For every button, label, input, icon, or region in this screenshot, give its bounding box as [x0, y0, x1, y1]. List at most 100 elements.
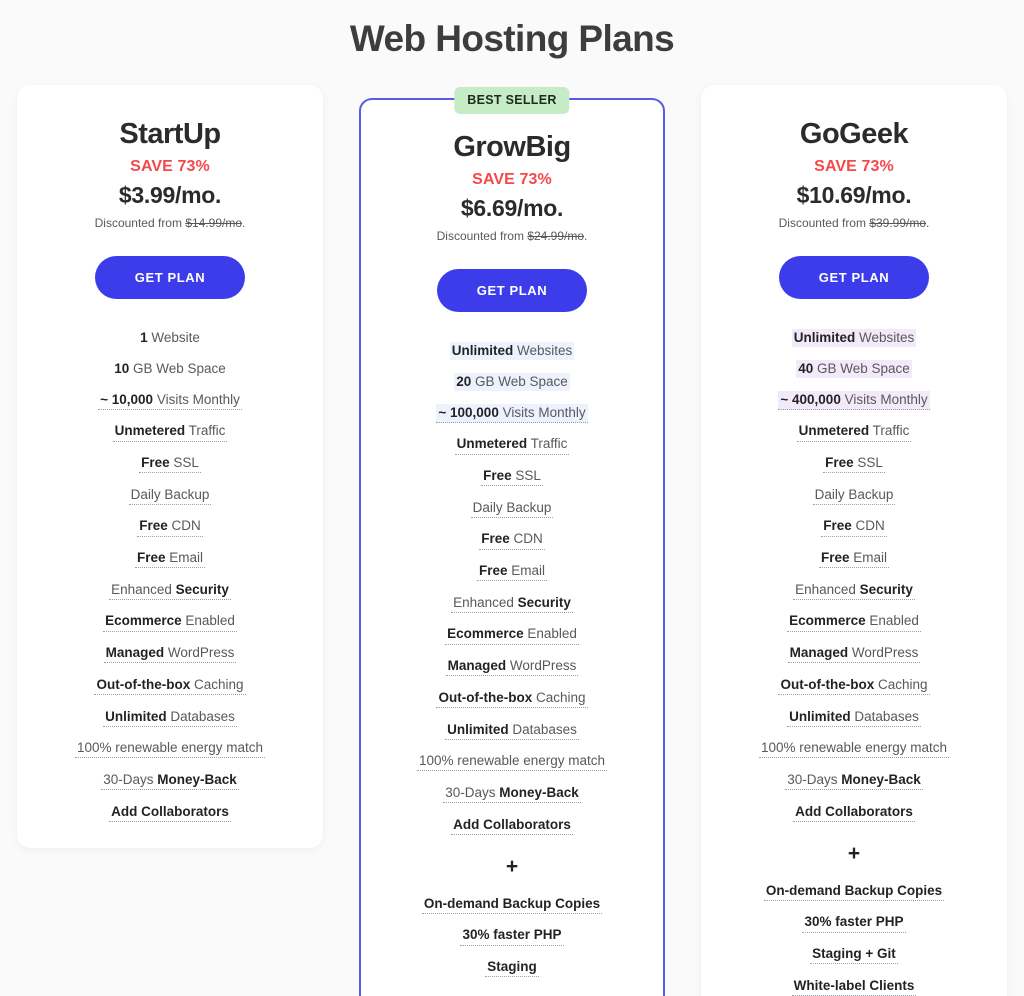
feature-item[interactable]: Add Collaborators: [37, 803, 303, 822]
feature-emphasis: Free: [478, 563, 508, 579]
feature-item[interactable]: Ecommerce Enabled: [37, 612, 303, 632]
extra-feature-item[interactable]: On-demand Backup Copies: [721, 882, 987, 901]
feature-emphasis: Security: [859, 581, 913, 597]
get-plan-button-growbig[interactable]: GET PLAN: [436, 269, 588, 313]
feature-emphasis: Out-of-the-box: [438, 689, 533, 705]
feature-item[interactable]: Enhanced Security: [381, 594, 643, 613]
discount-note: Discounted from $39.99/mo.: [778, 216, 930, 231]
feature-text: Enhanced Security: [109, 581, 231, 600]
feature-item[interactable]: Free SSL: [37, 454, 303, 474]
feature-emphasis: Managed: [105, 645, 165, 661]
extra-feature-item[interactable]: Staging: [381, 958, 643, 978]
feature-item[interactable]: Free CDN: [721, 517, 987, 537]
feature-emphasis: Free: [825, 455, 854, 471]
get-plan-button-startup[interactable]: GET PLAN: [94, 256, 246, 300]
feature-emphasis: Free: [139, 518, 168, 534]
feature-item[interactable]: Daily Backup: [381, 499, 643, 518]
feature-item: Unlimited Websites: [721, 329, 987, 348]
discount-note: Discounted from $14.99/mo.: [94, 216, 246, 231]
feature-item: Unlimited Websites: [381, 342, 643, 361]
feature-item[interactable]: Ecommerce Enabled: [721, 612, 987, 632]
get-plan-button-gogeek[interactable]: GET PLAN: [778, 256, 930, 300]
feature-item[interactable]: Enhanced Security: [721, 581, 987, 600]
extra-feature-item[interactable]: 30% faster PHP: [721, 913, 987, 933]
feature-item[interactable]: Free Email: [721, 549, 987, 569]
extra-feature-list: On-demand Backup Copies 30% faster PHP Sta…: [721, 882, 987, 996]
feature-emphasis: Unmetered: [114, 423, 186, 439]
feature-text: Managed WordPress: [103, 644, 237, 664]
feature-item[interactable]: 100% renewable energy match: [37, 739, 303, 759]
feature-item: 40 GB Web Space: [721, 359, 987, 379]
feature-emphasis: Add Collaborators: [795, 803, 913, 819]
feature-text: 1 Website: [140, 330, 200, 346]
pricing-page: Web Hosting Plans StartUp SAVE 73% $3.99/m…: [0, 0, 1024, 996]
feature-text: Free Email: [134, 549, 206, 569]
feature-text: Ecommerce Enabled: [445, 625, 579, 645]
feature-text: Out-of-the-box Caching: [436, 689, 588, 709]
feature-emphasis: Add Collaborators: [453, 816, 571, 832]
feature-item[interactable]: Daily Backup: [721, 486, 987, 505]
feature-emphasis: ~ 400,000: [780, 391, 841, 407]
save-badge-text: SAVE 73%: [472, 171, 552, 189]
feature-text: 30-Days Money-Back: [785, 771, 923, 791]
plus-divider-icon: +: [505, 854, 519, 878]
extra-feature-item[interactable]: White-label Clients: [721, 977, 987, 996]
feature-text: Daily Backup: [128, 486, 212, 505]
feature-item[interactable]: Unlimited Databases: [381, 721, 643, 740]
feature-item[interactable]: Managed WordPress: [721, 644, 987, 664]
feature-item[interactable]: 30-Days Money-Back: [381, 784, 643, 804]
feature-item[interactable]: 30-Days Money-Back: [37, 771, 303, 791]
feature-item[interactable]: Unlimited Databases: [721, 708, 987, 727]
feature-item[interactable]: Add Collaborators: [721, 803, 987, 822]
feature-item[interactable]: Unmetered Traffic: [37, 422, 303, 442]
feature-emphasis: Security: [175, 581, 229, 597]
feature-text: Staging + Git: [810, 945, 898, 965]
feature-emphasis: 10: [114, 360, 130, 376]
feature-item[interactable]: Managed WordPress: [381, 657, 643, 677]
feature-text: 30-Days Money-Back: [443, 784, 581, 804]
discount-note: Discounted from $24.99/mo.: [436, 229, 588, 244]
extra-feature-item[interactable]: 30% faster PHP: [381, 926, 643, 946]
feature-item[interactable]: Unmetered Traffic: [381, 435, 643, 455]
feature-item[interactable]: Out-of-the-box Caching: [721, 676, 987, 696]
feature-list: Unlimited Websites 20 GB Web Space ~ 100,0…: [381, 342, 643, 835]
original-price: $14.99/mo: [185, 216, 243, 231]
feature-item[interactable]: Add Collaborators: [381, 816, 643, 835]
feature-text: Free CDN: [137, 517, 203, 537]
feature-emphasis: Unlimited: [105, 708, 167, 724]
feature-item[interactable]: Free SSL: [721, 454, 987, 474]
feature-emphasis: Money-Back: [499, 784, 579, 800]
feature-item[interactable]: Out-of-the-box Caching: [37, 676, 303, 696]
feature-text: 100% renewable energy match: [74, 739, 266, 759]
feature-text: Unlimited Databases: [103, 708, 237, 727]
feature-item[interactable]: Enhanced Security: [37, 581, 303, 600]
feature-item[interactable]: Out-of-the-box Caching: [381, 689, 643, 709]
feature-item[interactable]: ~ 100,000 Visits Monthly: [381, 403, 643, 423]
feature-item[interactable]: Free SSL: [381, 467, 643, 487]
feature-item[interactable]: Ecommerce Enabled: [381, 625, 643, 645]
extra-feature-item[interactable]: On-demand Backup Copies: [381, 895, 643, 914]
feature-text: Unlimited Databases: [787, 708, 921, 727]
feature-emphasis: 40: [798, 360, 814, 376]
feature-text: Daily Backup: [470, 499, 554, 518]
feature-text: ~ 400,000 Visits Monthly: [778, 390, 930, 410]
pricing-card-startup: StartUp SAVE 73% $3.99/mo. Discounted from …: [17, 85, 323, 848]
feature-item[interactable]: Unlimited Databases: [37, 708, 303, 727]
feature-item[interactable]: Daily Backup: [37, 486, 303, 505]
feature-item[interactable]: 100% renewable energy match: [721, 739, 987, 759]
feature-item[interactable]: ~ 400,000 Visits Monthly: [721, 390, 987, 410]
feature-item[interactable]: ~ 10,000 Visits Monthly: [37, 391, 303, 410]
feature-item[interactable]: 100% renewable energy match: [381, 752, 643, 772]
feature-item[interactable]: Unmetered Traffic: [721, 422, 987, 442]
feature-item[interactable]: Free Email: [37, 549, 303, 569]
feature-item[interactable]: 30-Days Money-Back: [721, 771, 987, 791]
feature-item[interactable]: Free CDN: [381, 530, 643, 550]
feature-item[interactable]: Free CDN: [37, 517, 303, 537]
feature-item[interactable]: Managed WordPress: [37, 644, 303, 664]
extra-feature-item[interactable]: Staging + Git: [721, 945, 987, 965]
feature-emphasis: Unlimited: [447, 721, 509, 737]
pricing-card-growbig: BEST SELLER GrowBig SAVE 73% $6.69/mo. Disco…: [359, 87, 665, 996]
feature-text: Unlimited Databases: [445, 721, 579, 740]
feature-emphasis: Unmetered: [798, 423, 870, 439]
feature-item[interactable]: Free Email: [381, 562, 643, 582]
